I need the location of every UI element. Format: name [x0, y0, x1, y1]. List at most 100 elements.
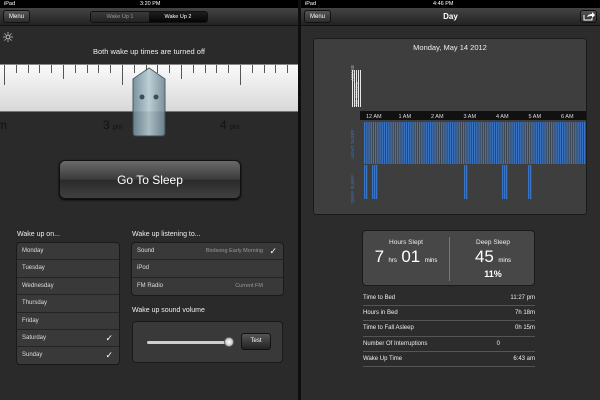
list-item-sound[interactable]: Sound Birdsong Early Morning ✓ [132, 243, 283, 261]
awake-mark [356, 70, 357, 107]
page-title: Day [443, 12, 458, 21]
light-sleep-bar [458, 122, 460, 164]
nav-bar: Day Menu [301, 8, 600, 26]
light-sleep-bar [480, 122, 482, 164]
hour-tick-label: 3 AM [464, 114, 477, 120]
ruler-tick [4, 65, 5, 85]
list-item-sunday[interactable]: Sunday ✓ [17, 347, 119, 364]
menu-button[interactable]: Menu [304, 10, 332, 23]
light-sleep-bar [542, 122, 544, 164]
ruler-tick [192, 65, 194, 73]
stat-label: Hours in Bed [363, 310, 398, 317]
light-sleep-bar [515, 122, 518, 164]
hour-tick-label: 5 AM [529, 114, 542, 120]
sleep-chart: 12 AM1 AM2 AM3 AM4 AM5 AM6 AMAWAKENO SIG… [313, 38, 587, 215]
day-label: Thursday [22, 300, 48, 307]
light-sleep-bar [584, 122, 586, 164]
light-sleep-bar [423, 122, 425, 164]
test-sound-button[interactable]: Test [241, 333, 271, 350]
deep-sleep-bar [528, 165, 530, 199]
list-item-fm-radio[interactable]: FM Radio Current FM [132, 278, 283, 295]
sleep-stats-table: Time to Bed 11:27 pm Hours in Bed 7h 18m T… [363, 291, 535, 367]
light-sleep-bar [548, 122, 551, 164]
list-item-ipod[interactable]: iPod [132, 260, 283, 278]
time-slider-handle[interactable] [131, 67, 167, 137]
deep-sleep-bar [464, 165, 466, 199]
light-sleep-bar [410, 122, 412, 164]
tab-wake-up-2[interactable]: Wake Up 2 [149, 12, 207, 22]
stat-row: Number Of Interruptions 0 [363, 337, 535, 352]
ruler-tick [51, 65, 53, 73]
light-sleep-bar [403, 122, 405, 164]
light-sleep-bar [568, 122, 570, 164]
ruler-tick [122, 65, 123, 85]
hours-slept-label: Hours Slept [389, 239, 423, 246]
list-item-friday[interactable]: Friday [17, 313, 119, 330]
nav-bar: Menu Wake Up 1 Wake Up 2 [0, 8, 298, 26]
light-sleep-bar [419, 122, 421, 164]
stat-value: 0 [496, 340, 500, 347]
light-sleep-bar [386, 122, 388, 164]
hour-tick-label: 4 AM [496, 114, 509, 120]
tab-wake-up-1[interactable]: Wake Up 1 [91, 12, 149, 22]
brightness-icon[interactable] [3, 29, 13, 42]
light-sleep-bar [504, 122, 507, 164]
light-sleep-bar [496, 122, 498, 164]
ruler-tick [98, 65, 100, 73]
light-sleep-bar [551, 122, 553, 164]
light-sleep-bar [544, 122, 546, 164]
alarm-panel: iPad 3:20 PM Menu Wake Up 1 Wake Up 2 Bo… [0, 0, 298, 400]
carrier-label: iPad [4, 1, 16, 7]
light-sleep-bar [463, 122, 465, 164]
deep-sleep-value: 45 mins [474, 247, 512, 266]
volume-slider-track[interactable] [147, 341, 229, 344]
volume-slider-knob[interactable] [224, 337, 234, 347]
light-sleep-bar [375, 122, 377, 164]
light-sleep-bar [520, 122, 522, 164]
deep-sleep-bar [366, 165, 368, 199]
share-icon[interactable] [580, 10, 597, 23]
light-sleep-bar [559, 122, 562, 164]
ruler-label: 4 pm [220, 118, 240, 132]
light-sleep-bar [465, 122, 467, 164]
list-item-tuesday[interactable]: Tuesday [17, 260, 119, 278]
hour-tick-label: 1 AM [399, 114, 412, 120]
deep-sleep-bar [364, 165, 366, 199]
day-label: Tuesday [22, 265, 45, 272]
list-item-thursday[interactable]: Thursday [17, 295, 119, 313]
light-sleep-bar [379, 122, 381, 164]
light-sleep-bar [537, 122, 540, 164]
light-sleep-bar [454, 122, 456, 164]
menu-button[interactable]: Menu [3, 10, 31, 23]
wake-sound-list: Sound Birdsong Early Morning ✓ iPod FM Rad… [131, 242, 284, 296]
day-label: Saturday [22, 334, 47, 341]
light-sleep-bar [372, 122, 375, 164]
ruler-tick [63, 65, 64, 79]
go-to-sleep-button[interactable]: Go To Sleep [59, 160, 241, 199]
light-sleep-bar [535, 122, 537, 164]
light-sleep-bar [394, 122, 397, 164]
ruler-tick [240, 65, 241, 85]
list-item-monday[interactable]: Monday [17, 243, 119, 261]
ruler-tick [110, 65, 112, 73]
deep-sleep-bar [504, 165, 506, 199]
ruler-tick [204, 65, 206, 73]
ruler-tick [263, 65, 265, 73]
ruler-tick [86, 65, 88, 73]
carrier-label: iPad [305, 1, 317, 7]
stat-value: 6:43 am [513, 355, 535, 362]
list-item-wednesday[interactable]: Wednesday [17, 278, 119, 296]
stat-label: Time to Bed [363, 295, 396, 301]
stat-value: 7h 18m [514, 310, 535, 317]
light-sleep-bar [449, 122, 452, 164]
light-sleep-bar [566, 122, 568, 164]
light-sleep-bar [430, 122, 432, 164]
deep-sleep-bar [372, 165, 374, 199]
list-item-saturday[interactable]: Saturday ✓ [17, 330, 119, 348]
ruler-tick [228, 65, 230, 73]
awake-mark [358, 70, 359, 107]
ruler-tick [74, 65, 76, 73]
light-sleep-bar [540, 122, 542, 164]
light-sleep-bar [474, 122, 476, 164]
option-value: Birdsong Early Morning [205, 248, 263, 254]
